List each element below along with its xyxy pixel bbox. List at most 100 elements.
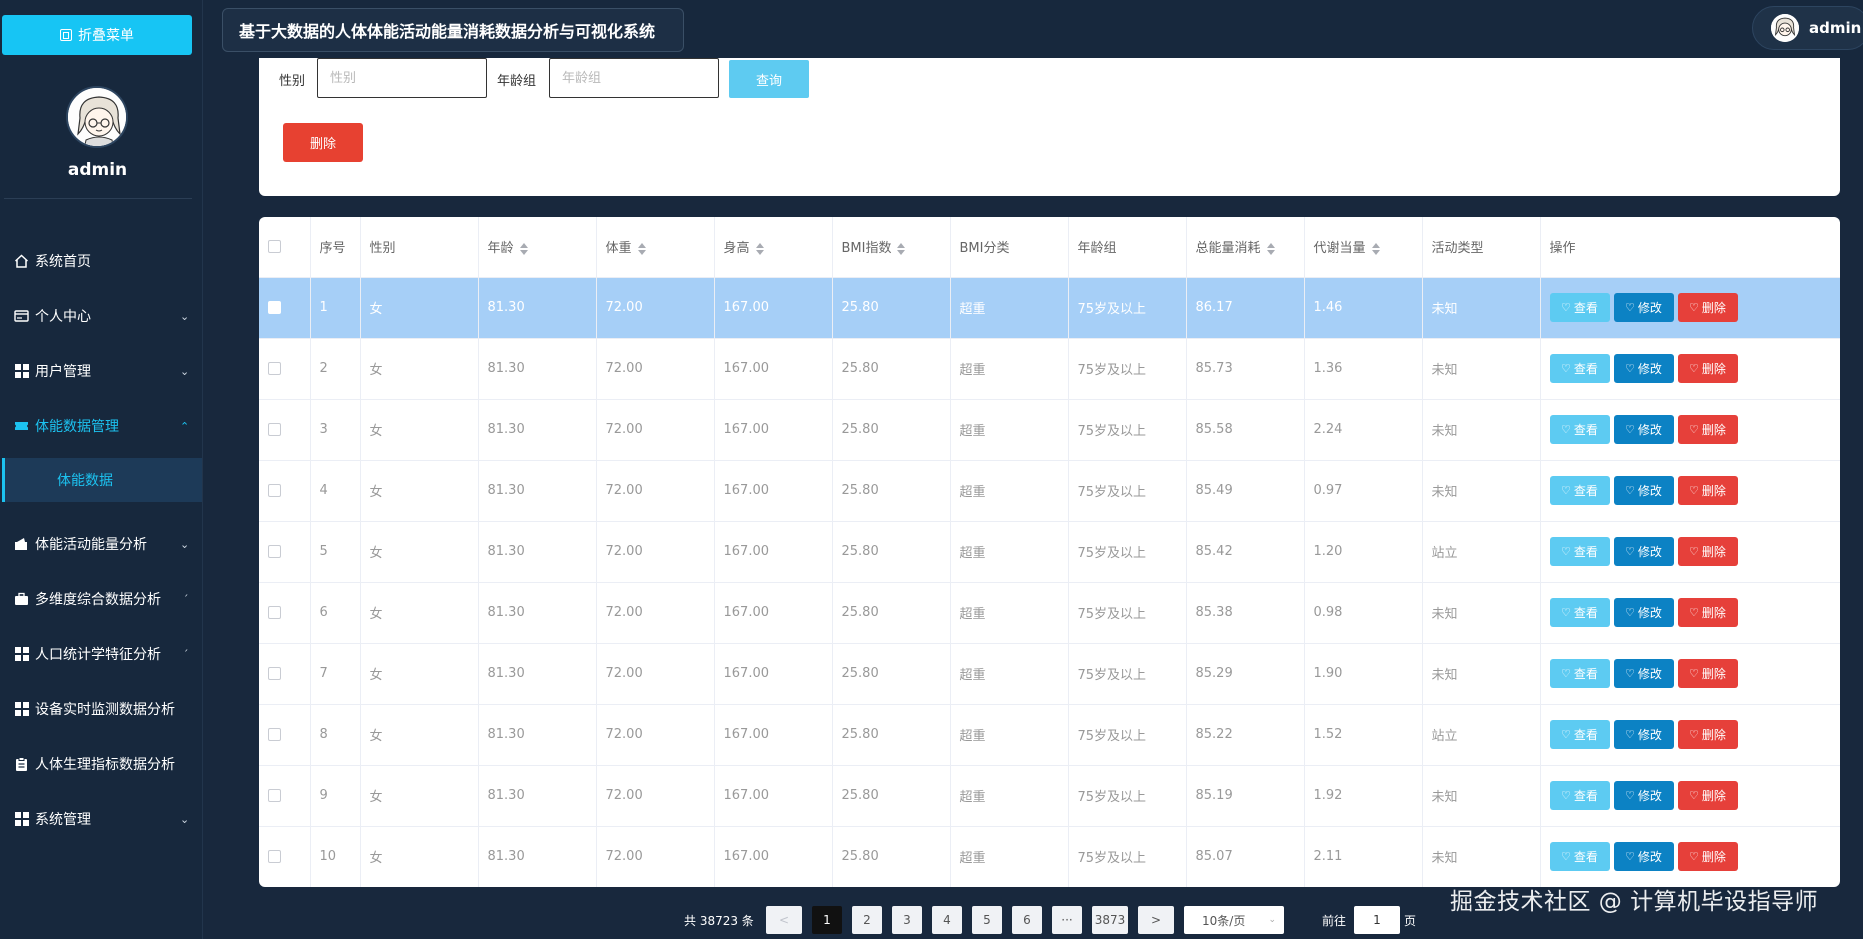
row-checkbox-cell[interactable] bbox=[259, 338, 311, 400]
delete-button[interactable]: ♡ 删除 bbox=[1677, 781, 1738, 810]
edit-button[interactable]: ♡ 修改 bbox=[1613, 598, 1674, 627]
column-header-sortable[interactable]: 体重 bbox=[596, 217, 715, 278]
delete-button[interactable]: ♡ 删除 bbox=[1677, 842, 1738, 871]
edit-button[interactable]: ♡ 修改 bbox=[1613, 720, 1674, 749]
column-header-sortable[interactable]: 身高 bbox=[714, 217, 833, 278]
row-checkbox-cell[interactable] bbox=[259, 643, 311, 705]
row-checkbox[interactable] bbox=[268, 667, 281, 680]
delete-button[interactable]: ♡ 删除 bbox=[1677, 537, 1738, 566]
sidebar-item-home[interactable]: 系统首页 bbox=[14, 247, 194, 275]
view-button[interactable]: ♡ 查看 bbox=[1549, 842, 1610, 871]
column-header-sortable[interactable]: BMI指数 bbox=[832, 217, 951, 278]
sort-icon[interactable] bbox=[1371, 242, 1380, 255]
sidebar-subitem-fitness-data[interactable]: 体能数据 bbox=[2, 458, 202, 502]
table-row[interactable]: 3 女 81.30 72.00 167.00 25.80 超重 75岁及以上 85.58 2.24… bbox=[259, 399, 1840, 461]
view-button[interactable]: ♡ 查看 bbox=[1549, 781, 1610, 810]
page-button[interactable]: 3873 bbox=[1092, 906, 1128, 934]
page-button[interactable]: 2 bbox=[852, 906, 882, 934]
goto-page-input[interactable]: 1 bbox=[1354, 906, 1400, 934]
row-checkbox-cell[interactable] bbox=[259, 277, 311, 339]
row-checkbox[interactable] bbox=[268, 484, 281, 497]
view-button[interactable]: ♡ 查看 bbox=[1549, 598, 1610, 627]
delete-button[interactable]: ♡ 删除 bbox=[1677, 598, 1738, 627]
sidebar-item-multidimensional-analysis[interactable]: 多维度综合数据分析 ´ bbox=[14, 585, 194, 613]
gender-input[interactable] bbox=[317, 58, 487, 98]
row-checkbox-cell[interactable] bbox=[259, 765, 311, 827]
select-all-checkbox[interactable] bbox=[268, 240, 281, 254]
sidebar-item-device-monitoring-analysis[interactable]: 设备实时监测数据分析 bbox=[14, 695, 194, 723]
table-row[interactable]: 10 女 81.30 72.00 167.00 25.80 超重 75岁及以上 85.07 2.1… bbox=[259, 826, 1840, 887]
row-checkbox[interactable] bbox=[268, 423, 281, 436]
row-checkbox[interactable] bbox=[268, 362, 281, 375]
delete-button[interactable]: ♡ 删除 bbox=[1677, 293, 1738, 322]
view-button[interactable]: ♡ 查看 bbox=[1549, 659, 1610, 688]
sidebar-item-demographic-analysis[interactable]: 人口统计学特征分析 ´ bbox=[14, 640, 194, 668]
sidebar-item-physiology-analysis[interactable]: 人体生理指标数据分析 bbox=[14, 750, 194, 778]
table-row[interactable]: 6 女 81.30 72.00 167.00 25.80 超重 75岁及以上 85.38 0.98… bbox=[259, 582, 1840, 644]
sidebar-item-personal-center[interactable]: 个人中心 ⌄ bbox=[14, 302, 194, 330]
view-button[interactable]: ♡ 查看 bbox=[1549, 354, 1610, 383]
page-button[interactable]: 3 bbox=[892, 906, 922, 934]
row-checkbox[interactable] bbox=[268, 301, 281, 314]
age-group-input[interactable] bbox=[549, 58, 719, 98]
page-button[interactable]: 1 bbox=[812, 906, 842, 934]
sort-icon[interactable] bbox=[1266, 242, 1275, 255]
row-checkbox-cell[interactable] bbox=[259, 582, 311, 644]
view-button[interactable]: ♡ 查看 bbox=[1549, 720, 1610, 749]
edit-button[interactable]: ♡ 修改 bbox=[1613, 476, 1674, 505]
sort-icon[interactable] bbox=[755, 242, 764, 255]
delete-button[interactable]: ♡ 删除 bbox=[1677, 659, 1738, 688]
view-button[interactable]: ♡ 查看 bbox=[1549, 537, 1610, 566]
user-menu[interactable]: admin bbox=[1752, 6, 1863, 50]
row-checkbox-cell[interactable] bbox=[259, 826, 311, 887]
view-button[interactable]: ♡ 查看 bbox=[1549, 476, 1610, 505]
table-row[interactable]: 5 女 81.30 72.00 167.00 25.80 超重 75岁及以上 85.42 1.20… bbox=[259, 521, 1840, 583]
row-checkbox[interactable] bbox=[268, 606, 281, 619]
edit-button[interactable]: ♡ 修改 bbox=[1613, 354, 1674, 383]
table-row[interactable]: 8 女 81.30 72.00 167.00 25.80 超重 75岁及以上 85.22 1.52… bbox=[259, 704, 1840, 766]
page-size-select[interactable]: 10条/页 ⌄ bbox=[1184, 906, 1284, 934]
view-button[interactable]: ♡ 查看 bbox=[1549, 415, 1610, 444]
edit-button[interactable]: ♡ 修改 bbox=[1613, 659, 1674, 688]
column-header-sortable[interactable]: 年龄 bbox=[478, 217, 597, 278]
table-row[interactable]: 7 女 81.30 72.00 167.00 25.80 超重 75岁及以上 85.29 1.90… bbox=[259, 643, 1840, 705]
batch-delete-button[interactable]: 删除 bbox=[283, 123, 363, 162]
edit-button[interactable]: ♡ 修改 bbox=[1613, 842, 1674, 871]
row-checkbox[interactable] bbox=[268, 728, 281, 741]
page-button[interactable]: 5 bbox=[972, 906, 1002, 934]
delete-button[interactable]: ♡ 删除 bbox=[1677, 720, 1738, 749]
table-row[interactable]: 9 女 81.30 72.00 167.00 25.80 超重 75岁及以上 85.19 1.92… bbox=[259, 765, 1840, 827]
table-row[interactable]: 4 女 81.30 72.00 167.00 25.80 超重 75岁及以上 85.49 0.97… bbox=[259, 460, 1840, 522]
sort-icon[interactable] bbox=[637, 242, 646, 255]
page-button[interactable]: 6 bbox=[1012, 906, 1042, 934]
next-page-button[interactable]: > bbox=[1138, 906, 1174, 934]
column-header-sortable[interactable]: 代谢当量 bbox=[1304, 217, 1423, 278]
query-button[interactable]: 查询 bbox=[729, 60, 809, 98]
row-checkbox-cell[interactable] bbox=[259, 399, 311, 461]
row-checkbox-cell[interactable] bbox=[259, 704, 311, 766]
delete-button[interactable]: ♡ 删除 bbox=[1677, 354, 1738, 383]
sort-icon[interactable] bbox=[519, 242, 528, 255]
row-checkbox-cell[interactable] bbox=[259, 521, 311, 583]
sidebar-item-fitness-data-management[interactable]: 体能数据管理 ⌃ bbox=[14, 412, 194, 440]
edit-button[interactable]: ♡ 修改 bbox=[1613, 293, 1674, 322]
row-checkbox[interactable] bbox=[268, 789, 281, 802]
row-checkbox[interactable] bbox=[268, 850, 281, 863]
column-header-sortable[interactable]: 总能量消耗 bbox=[1186, 217, 1305, 278]
sidebar-item-system-management[interactable]: 系统管理 ⌄ bbox=[14, 805, 194, 833]
edit-button[interactable]: ♡ 修改 bbox=[1613, 415, 1674, 444]
collapse-menu-button[interactable]: 折叠菜单 bbox=[2, 15, 192, 55]
table-row[interactable]: 1 女 81.30 72.00 167.00 25.80 超重 75岁及以上 86.17 1.46… bbox=[259, 277, 1840, 339]
edit-button[interactable]: ♡ 修改 bbox=[1613, 781, 1674, 810]
page-button[interactable]: 4 bbox=[932, 906, 962, 934]
prev-page-button[interactable]: < bbox=[766, 906, 802, 934]
delete-button[interactable]: ♡ 删除 bbox=[1677, 476, 1738, 505]
row-checkbox-cell[interactable] bbox=[259, 460, 311, 522]
edit-button[interactable]: ♡ 修改 bbox=[1613, 537, 1674, 566]
delete-button[interactable]: ♡ 删除 bbox=[1677, 415, 1738, 444]
more-pages-button[interactable]: ··· bbox=[1052, 906, 1082, 934]
select-all-checkbox-cell[interactable] bbox=[259, 217, 311, 278]
view-button[interactable]: ♡ 查看 bbox=[1549, 293, 1610, 322]
sidebar-item-activity-energy-analysis[interactable]: 体能活动能量分析 ⌄ bbox=[14, 530, 194, 558]
sidebar-item-user-management[interactable]: 用户管理 ⌄ bbox=[14, 357, 194, 385]
